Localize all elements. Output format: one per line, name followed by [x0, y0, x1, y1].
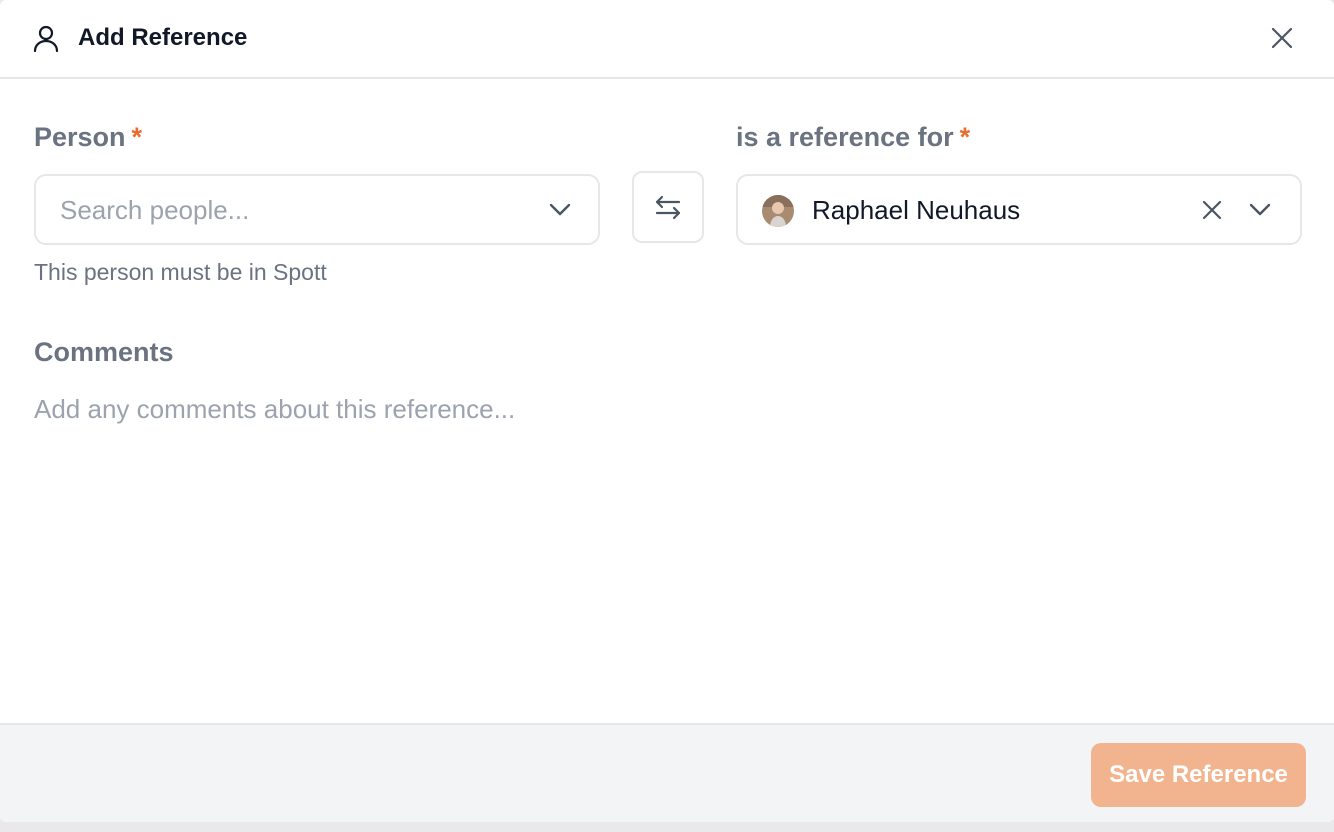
comments-label: Comments — [34, 337, 174, 367]
chevron-down-icon[interactable] — [1244, 194, 1276, 226]
add-reference-dialog: Add Reference Person * Search people... T… — [0, 0, 1334, 822]
save-reference-button[interactable]: Save Reference — [1091, 743, 1306, 807]
reference-for-label: is a reference for * — [736, 120, 970, 154]
dialog-footer: Save Reference — [0, 723, 1334, 822]
person-helper-text: This person must be in Spott — [34, 259, 327, 285]
reference-for-select[interactable]: Raphael Neuhaus — [736, 174, 1302, 245]
close-icon — [1271, 27, 1293, 49]
reference-for-label-text: is a reference for — [736, 122, 954, 152]
dialog-header: Add Reference — [0, 0, 1334, 79]
avatar — [762, 195, 794, 227]
comments-textarea[interactable] — [34, 392, 1300, 692]
person-search-placeholder: Search people... — [60, 195, 250, 225]
clear-selection-button[interactable] — [1196, 194, 1228, 226]
swap-arrows-icon — [655, 195, 681, 220]
clear-icon — [1202, 200, 1222, 220]
required-mark: * — [131, 122, 143, 152]
person-select[interactable]: Search people... — [34, 174, 600, 245]
close-button[interactable] — [1266, 22, 1298, 54]
person-label-text: Person — [34, 122, 126, 152]
person-label: Person * — [34, 120, 142, 154]
chevron-down-icon[interactable] — [544, 194, 576, 226]
required-mark: * — [959, 122, 971, 152]
user-icon — [32, 24, 60, 53]
selected-person: Raphael Neuhaus — [812, 195, 1021, 225]
dialog-title: Add Reference — [78, 24, 248, 51]
swap-button[interactable] — [632, 171, 704, 243]
